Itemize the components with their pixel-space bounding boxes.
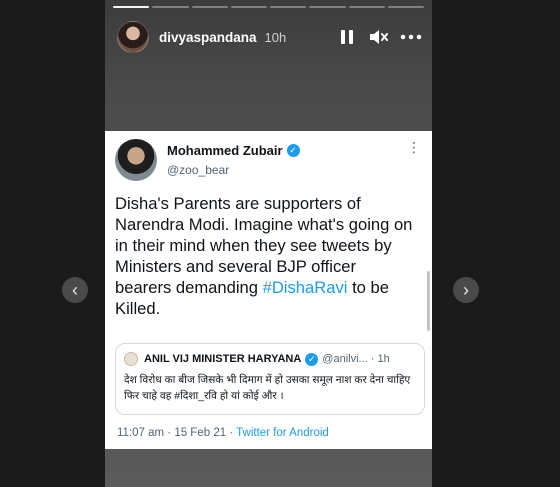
avatar <box>124 352 138 366</box>
quoted-handle: @anilvi... · 1h <box>322 353 390 365</box>
verified-icon: ✓ <box>286 144 300 157</box>
tweet-author-name: Mohammed Zubair ✓ <box>167 143 300 158</box>
tweet-card[interactable]: Mohammed Zubair ✓ @zoo_bear ⋮ Disha's Pa… <box>105 131 432 449</box>
quoted-tweet-header: ANIL VIJ MINISTER HARYANA ✓ @anilvi... ·… <box>124 352 418 366</box>
progress-segment <box>348 6 385 8</box>
progress-segment <box>309 6 346 8</box>
verified-icon: ✓ <box>305 352 319 366</box>
story-timestamp: 10h <box>264 29 287 45</box>
pause-icon[interactable] <box>336 26 358 48</box>
progress-segment <box>113 6 150 8</box>
hashtag-link[interactable]: #DishaRavi <box>263 278 348 297</box>
story-progress-bar <box>113 6 424 8</box>
scrollbar[interactable] <box>427 271 430 331</box>
progress-segment <box>191 6 228 8</box>
quoted-author-name: ANIL VIJ MINISTER HARYANA <box>144 353 302 365</box>
tweet-body: Disha's Parents are supporters of Narend… <box>115 193 415 319</box>
more-vertical-icon[interactable]: ⋮ <box>407 139 422 156</box>
quoted-tweet-body: देश विरोध का बीज जिसके भी दिमाग में हो उ… <box>124 374 411 402</box>
story-header: divyaspandana 10h <box>117 20 422 54</box>
story-controls <box>336 26 422 48</box>
chevron-left-icon[interactable]: ‹ <box>62 277 88 303</box>
story-viewer: divyaspandana 10h Mohammed Zubair ✓ @zoo… <box>105 0 432 487</box>
progress-segment <box>387 6 424 8</box>
tweet-source-link[interactable]: Twitter for Android <box>236 427 329 439</box>
tweet-author-label: Mohammed Zubair <box>167 143 283 158</box>
tweet-handle: @zoo_bear <box>167 163 230 177</box>
story-username[interactable]: divyaspandana <box>159 30 257 45</box>
progress-segment <box>270 6 307 8</box>
avatar[interactable] <box>117 21 149 53</box>
tweet-metadata: 11:07 am · 15 Feb 21 · Twitter for Andro… <box>117 427 329 439</box>
chevron-right-icon[interactable]: › <box>453 277 479 303</box>
speaker-muted-icon[interactable] <box>368 26 390 48</box>
tweet-time: 11:07 am · 15 Feb 21 · <box>117 427 237 439</box>
progress-segment <box>230 6 267 8</box>
more-horizontal-icon[interactable] <box>400 26 422 48</box>
tweet-header: Mohammed Zubair ✓ @zoo_bear ⋮ <box>115 139 422 183</box>
avatar[interactable] <box>115 139 157 181</box>
progress-segment <box>152 6 189 8</box>
quoted-tweet[interactable]: ANIL VIJ MINISTER HARYANA ✓ @anilvi... ·… <box>115 343 425 415</box>
